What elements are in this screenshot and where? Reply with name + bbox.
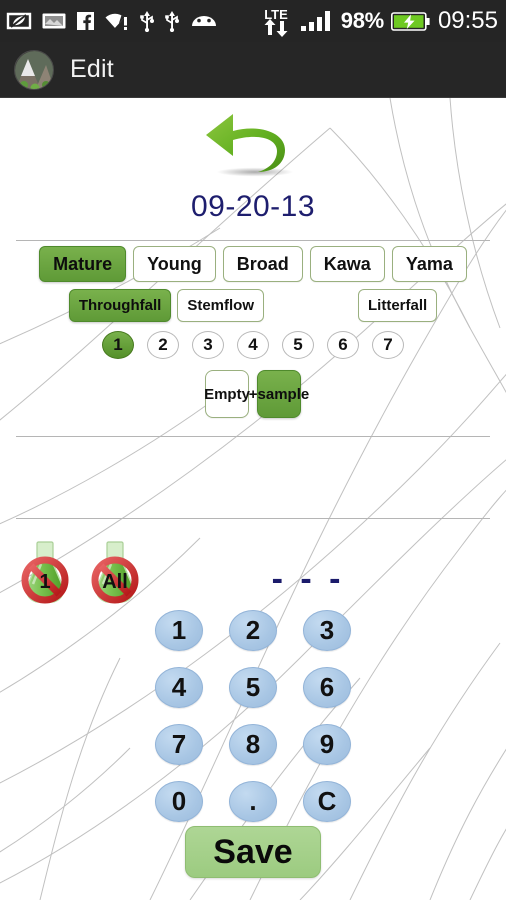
divider-below-flasks — [16, 518, 490, 519]
flux-type-throughfall-button[interactable]: Throughfall — [68, 289, 172, 322]
key-3[interactable]: 3 — [303, 610, 351, 651]
status-bar-right-icons: LTE 98% 09:55 — [259, 5, 498, 37]
signal-bars-icon — [300, 11, 330, 31]
numeric-keypad: 1 2 3 4 5 6 7 8 9 0 . C — [0, 610, 506, 822]
battery-percent-label: 98% — [340, 8, 384, 33]
plot-type-broad-button[interactable]: Broad — [222, 246, 303, 282]
android-head-icon — [192, 16, 216, 26]
wifi-warning-icon — [105, 13, 127, 30]
sample-state-row: Empty +sample — [0, 370, 506, 418]
collector-number-5-button[interactable]: 5 — [282, 331, 314, 359]
key-8[interactable]: 8 — [229, 724, 277, 765]
key-9[interactable]: 9 — [303, 724, 351, 765]
plot-type-yama-button[interactable]: Yama — [391, 246, 467, 282]
keypad-row: 0 . C — [155, 781, 351, 822]
flux-type-litterfall-button[interactable]: Litterfall — [358, 289, 438, 322]
flux-type-stemflow-button[interactable]: Stemflow — [177, 289, 264, 322]
main-content: 09-20-13 Mature Young Broad Kawa Yama Th… — [0, 98, 506, 900]
app-root: LTE 98% 09:55 Edit 09-20-13 Mature Young… — [0, 0, 506, 900]
battery-charging-icon — [390, 11, 430, 31]
save-button-wrap: Save — [0, 826, 506, 878]
collector-number-4-button[interactable]: 4 — [237, 331, 269, 359]
keypad-row: 4 5 6 — [155, 667, 351, 708]
lte-indicator: LTE — [259, 5, 293, 37]
app-logo-avatar[interactable] — [14, 49, 54, 90]
key-1[interactable]: 1 — [155, 610, 203, 651]
plot-type-young-button[interactable]: Young — [133, 246, 216, 282]
key-6[interactable]: 6 — [303, 667, 351, 708]
status-bar-left-icons — [6, 10, 219, 32]
usb-icon — [140, 10, 154, 32]
keypad-row: 7 8 9 — [155, 724, 351, 765]
collector-number-2-button[interactable]: 2 — [147, 331, 179, 359]
page-title: Edit — [70, 55, 114, 83]
plot-type-row: Mature Young Broad Kawa Yama — [0, 246, 506, 282]
save-button[interactable]: Save — [185, 826, 321, 878]
date-display[interactable]: 09-20-13 — [0, 190, 506, 224]
usb-icon — [165, 10, 179, 32]
keypad-row: 1 2 3 — [155, 610, 351, 651]
key-clear[interactable]: C — [303, 781, 351, 822]
flux-type-row: Throughfall Stemflow Litterfall — [0, 289, 506, 322]
plot-type-kawa-button[interactable]: Kawa — [309, 246, 385, 282]
status-bar: LTE 98% 09:55 — [0, 0, 506, 42]
value-display: - - - — [0, 560, 506, 599]
action-bar: Edit — [0, 42, 506, 98]
undo-arrow-icon — [206, 114, 293, 177]
status-bar-clock: 09:55 — [437, 7, 498, 34]
key-7[interactable]: 7 — [155, 724, 203, 765]
key-0[interactable]: 0 — [155, 781, 203, 822]
divider-middle — [16, 436, 490, 437]
sample-state-empty-button[interactable]: Empty — [204, 370, 250, 418]
value-label: - - - — [271, 560, 345, 598]
divider-top — [16, 240, 490, 241]
undo-button[interactable] — [0, 106, 506, 182]
screenshot-image-icon — [42, 13, 66, 29]
svg-text:LTE: LTE — [264, 7, 288, 22]
facebook-icon — [77, 12, 94, 30]
collector-number-1-button[interactable]: 1 — [102, 331, 134, 359]
collector-number-row: 1 2 3 4 5 6 7 — [0, 331, 506, 359]
key-4[interactable]: 4 — [155, 667, 203, 708]
collector-number-7-button[interactable]: 7 — [372, 331, 404, 359]
sample-state-add-button[interactable]: +sample — [249, 370, 309, 418]
key-2[interactable]: 2 — [229, 610, 277, 651]
key-5[interactable]: 5 — [229, 667, 277, 708]
eco-leaf-icon — [6, 12, 32, 30]
key-decimal-point[interactable]: . — [229, 781, 277, 822]
date-label: 09-20-13 — [190, 190, 316, 223]
collector-number-3-button[interactable]: 3 — [192, 331, 224, 359]
plot-type-mature-button[interactable]: Mature — [39, 246, 127, 282]
collector-number-6-button[interactable]: 6 — [327, 331, 359, 359]
